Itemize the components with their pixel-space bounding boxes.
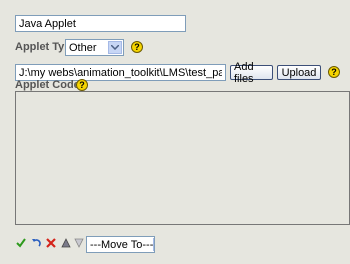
title-field-wrap — [15, 15, 186, 32]
checkmark-icon[interactable] — [16, 238, 26, 248]
move-up-icon[interactable] — [61, 238, 71, 248]
move-down-icon[interactable] — [74, 238, 84, 248]
applet-code-textarea[interactable] — [15, 91, 350, 225]
move-to-selected: ---Move To--- — [90, 238, 154, 251]
move-to-select[interactable]: ---Move To--- — [86, 236, 155, 253]
applet-type-select[interactable]: Other — [65, 39, 124, 56]
chevron-down-icon — [153, 238, 154, 251]
applet-type-selected: Other — [69, 41, 97, 54]
help-icon[interactable]: ? — [76, 79, 88, 91]
chevron-down-icon — [108, 41, 122, 54]
help-icon[interactable]: ? — [328, 66, 340, 78]
title-input[interactable] — [15, 15, 186, 32]
delete-icon[interactable] — [46, 238, 56, 248]
applet-code-label: Applet Code: — [15, 79, 84, 91]
add-files-button[interactable]: Add files — [230, 61, 273, 85]
undo-icon[interactable] — [31, 238, 41, 248]
help-icon[interactable]: ? — [131, 41, 143, 53]
upload-button[interactable]: Upload — [277, 65, 321, 80]
